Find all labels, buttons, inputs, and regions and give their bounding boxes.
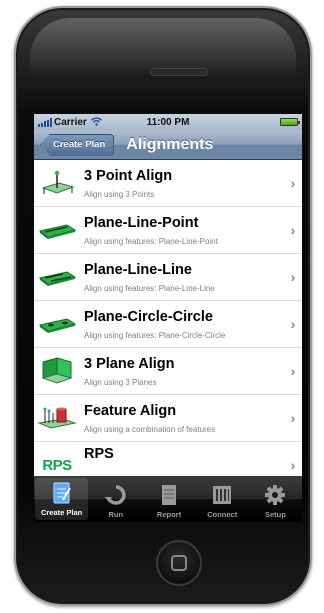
item-title: RPS [84,446,114,462]
signal-strength-icon [38,117,52,127]
tab-label: Run [108,510,124,519]
item-subtitle: Align using 3 Points [84,189,155,199]
navigation-bar: Create Plan Alignments [34,130,302,160]
app-screen: Carrier 11:00 PM Create Plan Alignments [34,114,302,522]
tab-label: Create Plan [40,508,83,517]
tab-connect[interactable]: Connect [196,476,249,522]
back-button-label: Create Plan [53,139,106,150]
list-item-plane-circle-circle[interactable]: Plane-Circle-Circle Align using features… [34,301,302,348]
setup-gear-icon [264,482,286,508]
three-plane-align-icon [36,351,78,391]
rps-logo-text: RPS [42,456,72,474]
plane-circle-circle-icon [36,304,78,344]
tab-create-plan[interactable]: Create Plan [35,478,89,520]
chevron-right-icon: › [290,269,296,285]
alignment-list: 3 Point Align Align using 3 Points › Pla… [34,160,302,476]
home-button[interactable] [156,540,202,586]
feature-align-icon [36,398,78,438]
list-item-feature-align[interactable]: Feature Align Align using a combination … [34,395,302,442]
list-item-3-plane-align[interactable]: 3 Plane Align Align using 3 Planes › [34,348,302,395]
list-item-3-point-align[interactable]: 3 Point Align Align using 3 Points › [34,160,302,207]
item-title: Feature Align [84,402,177,419]
chevron-right-icon: › [290,410,296,426]
connect-icon [211,482,233,508]
report-icon [160,482,178,508]
chevron-right-icon: › [290,363,296,379]
earpiece-speaker [150,68,208,76]
three-point-align-icon [36,163,78,203]
item-subtitle: Align using 3 Planes [84,377,157,387]
tab-label: Connect [207,510,238,519]
wifi-icon [90,116,102,128]
item-title: Plane-Line-Line [84,261,192,278]
back-button[interactable]: Create Plan [40,133,115,156]
item-title: Plane-Circle-Circle [84,308,213,325]
item-subtitle: Align using features: Plane-Circle-Circl… [84,330,226,340]
plane-line-line-icon [36,257,78,297]
item-subtitle: Align using features: Plane-Line-Point [84,236,218,246]
item-title: 3 Plane Align [84,355,175,372]
page-title: Alignments [126,135,214,153]
create-plan-icon [52,480,72,506]
item-title: Plane-Line-Point [84,214,199,231]
list-item-plane-line-point[interactable]: Plane-Line-Point Align using features: P… [34,207,302,254]
list-item-plane-line-line[interactable]: Plane-Line-Line Align using features: Pl… [34,254,302,301]
tab-report[interactable]: Report [142,476,195,522]
tab-label: Report [156,510,182,519]
item-title: 3 Point Align [84,167,173,184]
tab-bar: Create Plan Run Report Connect Setup [34,476,302,522]
tab-label: Setup [264,510,286,519]
rps-logo-icon: RPS [36,445,78,476]
item-subtitle: Align using a combination of features [84,424,216,434]
carrier-label: Carrier [54,116,87,128]
list-item-rps[interactable]: RPS RPS › [34,442,302,476]
status-bar: Carrier 11:00 PM [34,114,302,130]
chevron-right-icon: › [290,222,296,238]
chevron-right-icon: › [290,457,296,473]
battery-icon [280,118,300,126]
chevron-right-icon: › [290,316,296,332]
tab-run[interactable]: Run [89,476,142,522]
plane-line-point-icon [36,210,78,250]
item-subtitle: Align using features: Plane-Line-Line [84,283,215,293]
tab-setup[interactable]: Setup [249,476,302,522]
chevron-right-icon: › [290,175,296,191]
run-icon [104,482,127,508]
